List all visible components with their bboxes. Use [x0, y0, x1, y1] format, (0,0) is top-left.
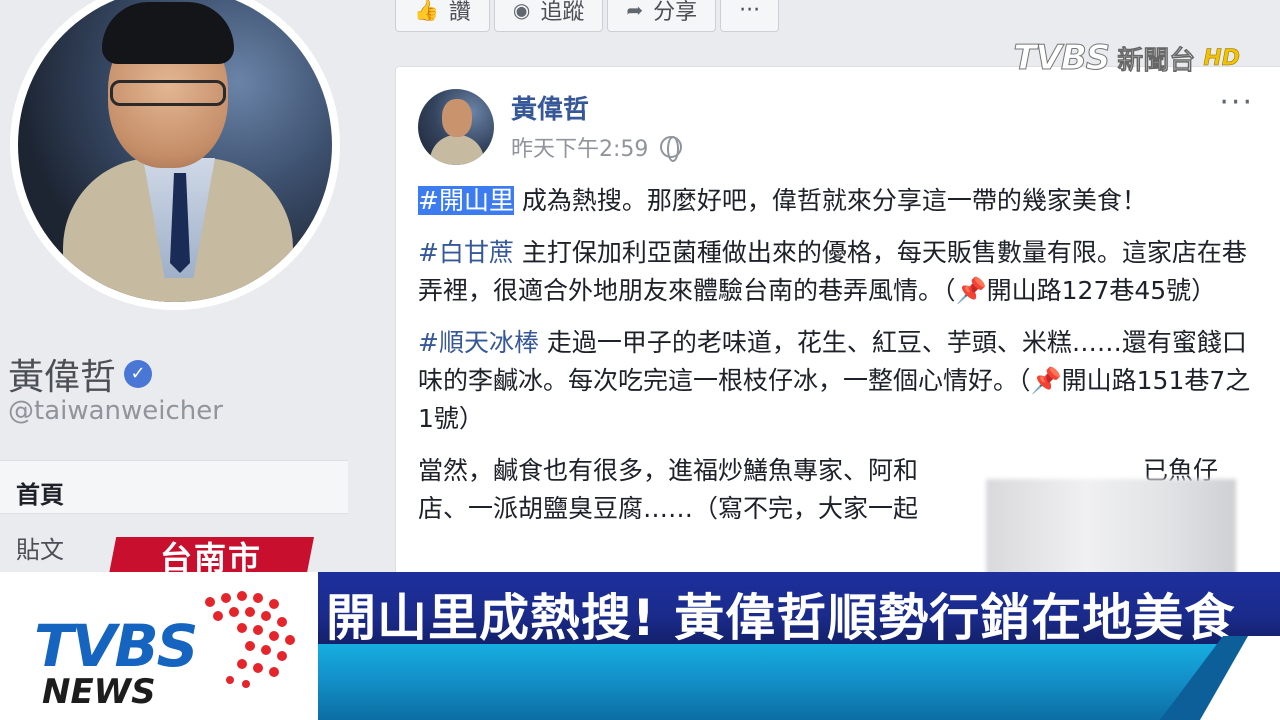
like-button[interactable]: 👍 讚 [395, 0, 490, 32]
share-label: 分享 [653, 0, 698, 25]
follow-label: 追蹤 [540, 0, 585, 25]
dot-swirl-icon [205, 591, 295, 688]
follow-button[interactable]: ◉ 追蹤 [493, 0, 604, 32]
share-button[interactable]: ➦ 分享 [607, 0, 717, 32]
post-timestamp[interactable]: 昨天下午2:59 [511, 131, 648, 163]
channel-bug: TVBS 新聞台 HD [1013, 38, 1240, 79]
blurred-overlay [986, 479, 1236, 579]
hashtag-link[interactable]: #開山里 [418, 186, 514, 215]
share-arrow-icon: ➦ [626, 0, 644, 22]
more-options-button[interactable]: ··· [720, 0, 780, 32]
hashtag-link[interactable]: #順天冰棒 [418, 328, 539, 357]
post-meta: 昨天下午2:59 [511, 131, 683, 163]
hashtag-link[interactable]: #白甘蔗 [418, 238, 514, 267]
news-wordmark: NEWS [42, 672, 156, 712]
rss-icon: ◉ [512, 0, 531, 22]
profile-name-text: 黃偉哲 [8, 357, 117, 398]
ticker-bar [318, 644, 1280, 720]
channel-name: 新聞台 [1117, 45, 1196, 76]
verified-badge-icon: ✓ [124, 360, 153, 388]
nav-item-posts[interactable]: 貼文 [16, 530, 64, 565]
more-label: ··· [739, 0, 761, 23]
profile-name: 黃偉哲 ✓ [8, 348, 153, 400]
pushpin-icon: 📌 [955, 276, 987, 305]
profile-handle: @taiwanweicher [8, 396, 223, 426]
nav-item-home[interactable]: 首頁 [0, 460, 348, 514]
tvbs-news-logo: TVBS NEWS [0, 572, 318, 720]
headline-text: 開山里成熱搜! 黃偉哲順勢行銷在地美食 [326, 589, 1236, 647]
post-address: 開山路127巷45號） [986, 276, 1217, 305]
tvbs-logo: TVBS [1013, 38, 1111, 79]
post-text: 成為熱搜。那麼好吧，偉哲就來分享這一帶的幾家美食！ [513, 186, 1147, 215]
post-paragraph: #順天冰棒 走過一甲子的老味道，花生、紅豆、芋頭、米糕……還有蜜餞口味的李鹹冰。… [418, 324, 1258, 438]
profile-photo [18, 0, 332, 302]
thumbs-up-icon: 👍 [414, 0, 439, 22]
pushpin-icon: 📌 [1030, 366, 1062, 395]
globe-icon [660, 136, 683, 162]
page-action-bar: 👍 讚 ◉ 追蹤 ➦ 分享 ··· [395, 0, 780, 32]
profile-avatar[interactable] [10, 0, 340, 310]
post-author-avatar[interactable] [418, 89, 494, 165]
hd-badge: HD [1203, 45, 1240, 71]
post-author-name[interactable]: 黃偉哲 [511, 89, 589, 126]
tvbs-wordmark: TVBS [34, 612, 198, 680]
post-paragraph: #開山里 成為熱搜。那麼好吧，偉哲就來分享這一帶的幾家美食！ [418, 182, 1258, 220]
post-paragraph: #白甘蔗 主打保加利亞菌種做出來的優格，每天販售數量有限。這家店在巷弄裡，很適合… [418, 234, 1258, 310]
like-label: 讚 [448, 0, 471, 25]
headline-bar: 開山里成熱搜! 黃偉哲順勢行銷在地美食 [318, 572, 1280, 647]
post-more-options-icon[interactable]: ··· [1219, 85, 1254, 120]
